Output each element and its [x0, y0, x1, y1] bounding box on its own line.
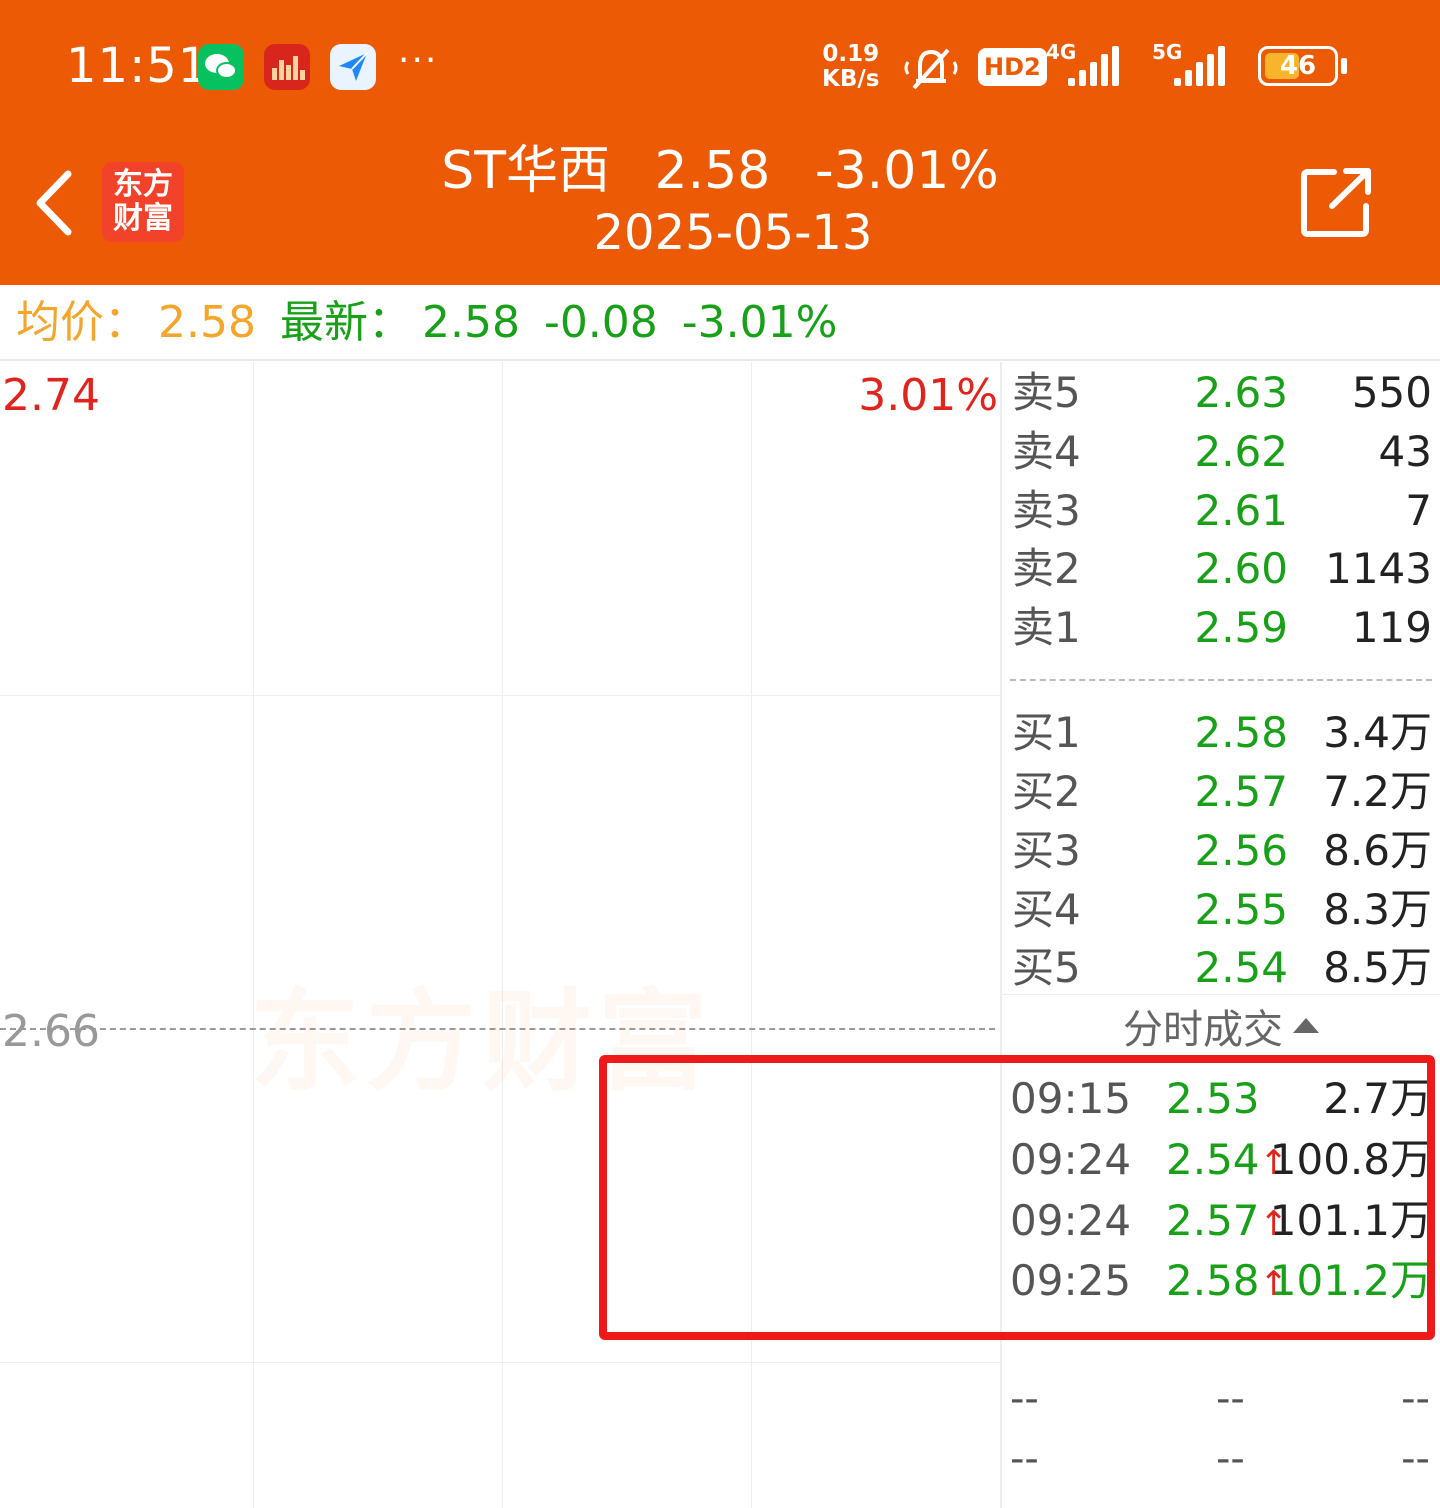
level-volume: 8.3万: [1323, 885, 1432, 934]
level-label: 买2: [1012, 767, 1081, 816]
level-price: 2.58: [1194, 708, 1288, 757]
level-volume: 7: [1405, 486, 1432, 535]
battery-level: 46: [1279, 51, 1317, 81]
level-volume: 1143: [1325, 544, 1432, 593]
level-price: 2.60: [1194, 544, 1288, 593]
sell-level-row: 卖1 2.59 119: [1012, 599, 1432, 657]
sell-level-row: 卖4 2.62 43: [1012, 423, 1432, 481]
buy-level-row: 买4 2.55 8.3万: [1012, 881, 1432, 939]
empty-tick-row: -- -- --: [1010, 1369, 1430, 1429]
level-price: 2.57: [1194, 767, 1288, 816]
bid-ask-divider: [1010, 679, 1432, 681]
sell-level-row: 卖2 2.60 1143: [1012, 540, 1432, 598]
level-volume: 43: [1378, 427, 1432, 476]
level-volume: 7.2万: [1323, 767, 1432, 816]
ticks-header-label: 分时成交: [1123, 1007, 1283, 1053]
net-speed: 0.19 KB/s: [822, 42, 879, 92]
caret-up-icon: [1293, 1018, 1319, 1033]
latest-price-value: 2.58: [421, 297, 520, 348]
ticks-toggle-header[interactable]: 分时成交: [1002, 1002, 1440, 1058]
price-change-pct: -3.01%: [681, 297, 838, 348]
level-volume: 550: [1351, 368, 1432, 417]
hd-voice-badge: HD2: [978, 48, 1047, 86]
level-label: 买4: [1012, 885, 1081, 934]
empty-cell: --: [1216, 1376, 1245, 1422]
y-axis-prev-close: 2.66: [2, 1006, 100, 1057]
more-notifications-icon: ···: [398, 40, 439, 81]
level-label: 买3: [1012, 826, 1081, 875]
header-bar: 11:51 ··· 0.19 KB/s HD2 4G 5G 46 东方 财富 S…: [0, 0, 1440, 285]
price-summary-bar: 均价： 2.58 最新： 2.58 -0.08 -3.01%: [0, 285, 1440, 361]
level-price: 2.55: [1194, 885, 1288, 934]
sell-level-row: 卖3 2.61 7: [1012, 482, 1432, 540]
y-axis-top-pct: 3.01%: [858, 370, 998, 421]
empty-cell: --: [1401, 1436, 1430, 1482]
level-label: 卖4: [1012, 427, 1081, 476]
buy-level-row: 买1 2.58 3.4万: [1012, 704, 1432, 762]
latest-price-label: 最新：: [279, 297, 412, 348]
empty-cell: --: [1401, 1376, 1430, 1422]
highlight-annotation-box: [599, 1055, 1435, 1340]
chart-vgrid: [253, 362, 254, 1508]
avg-price-label: 均价：: [16, 297, 148, 348]
status-time: 11:51: [66, 38, 210, 94]
empty-cell: --: [1010, 1376, 1039, 1422]
price-change: -0.08: [543, 297, 658, 348]
stock-price: 2.58: [654, 141, 771, 201]
signal-4g-icon: [1068, 46, 1119, 86]
paper-plane-icon: [330, 44, 376, 90]
level-price: 2.56: [1194, 826, 1288, 875]
net-speed-value: 0.19: [822, 41, 880, 67]
buy-level-row: 买3 2.56 8.6万: [1012, 822, 1432, 880]
chart-vgrid: [502, 362, 503, 1508]
level-volume: 3.4万: [1323, 708, 1432, 757]
level-label: 卖1: [1012, 603, 1081, 652]
battery-icon: 46: [1258, 46, 1338, 86]
level-label: 卖2: [1012, 544, 1081, 593]
buy-level-row: 买2 2.57 7.2万: [1012, 763, 1432, 821]
empty-tick-row: -- -- --: [1010, 1429, 1430, 1489]
level-label: 卖5: [1012, 368, 1081, 417]
share-external-icon: [1301, 168, 1371, 237]
level-price: 2.59: [1194, 603, 1288, 652]
y-axis-top-price: 2.74: [2, 370, 100, 421]
chart-hgrid: [0, 1362, 1000, 1363]
mute-bell-icon: [900, 40, 962, 100]
stock-title: ST华西 2.58 -3.01%: [0, 128, 1440, 203]
empty-cell: --: [1010, 1436, 1039, 1482]
battery-cap: [1341, 58, 1347, 74]
level-label: 买1: [1012, 708, 1081, 757]
level-volume: 8.6万: [1323, 826, 1432, 875]
chart-app-icon: [264, 44, 310, 90]
buy-level-row: 买5 2.54 8.5万: [1012, 939, 1432, 997]
empty-cell: --: [1216, 1436, 1245, 1482]
share-button[interactable]: [1300, 166, 1374, 238]
level-volume: 8.5万: [1323, 943, 1432, 992]
sell-level-row: 卖5 2.63 550: [1012, 364, 1432, 422]
level-volume: 119: [1351, 603, 1432, 652]
wechat-icon: [198, 44, 244, 90]
panel-separator: [1002, 994, 1440, 995]
stock-change-pct: -3.01%: [814, 141, 999, 201]
avg-price-value: 2.58: [158, 297, 256, 348]
trade-date: 2025-05-13: [593, 205, 873, 261]
level-price: 2.63: [1194, 368, 1288, 417]
level-price: 2.54: [1194, 943, 1288, 992]
net-speed-unit: KB/s: [822, 66, 880, 92]
level-price: 2.62: [1194, 427, 1288, 476]
level-label: 卖3: [1012, 486, 1081, 535]
chart-hgrid: [0, 695, 1000, 696]
level-label: 买5: [1012, 943, 1081, 992]
signal-5g-icon: [1174, 46, 1225, 86]
stock-name: ST华西: [441, 141, 610, 201]
level-price: 2.61: [1194, 486, 1288, 535]
